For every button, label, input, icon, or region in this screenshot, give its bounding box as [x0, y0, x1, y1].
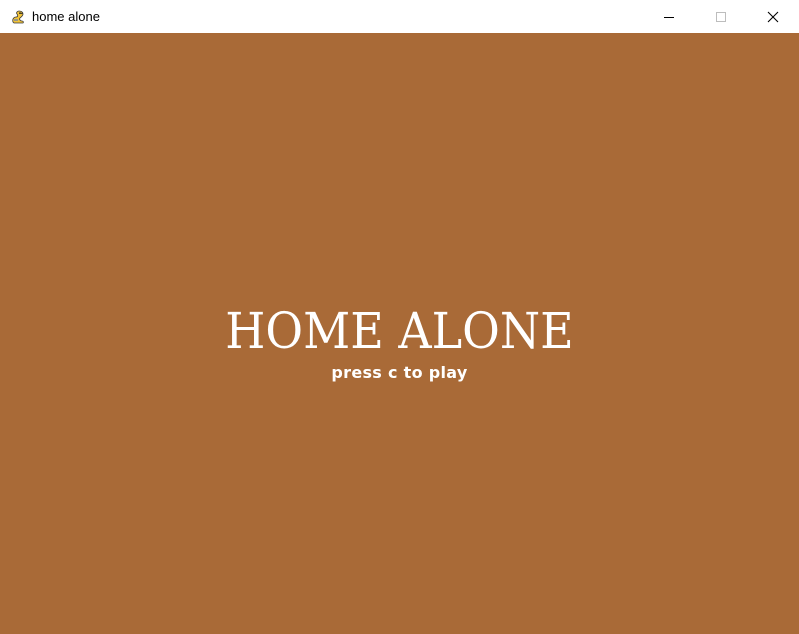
game-title: HOME ALONE — [225, 302, 574, 360]
title-bar[interactable]: home alone — [0, 0, 799, 33]
maximize-button[interactable] — [695, 0, 747, 33]
window-title: home alone — [32, 9, 100, 24]
start-prompt: press c to play — [331, 363, 468, 382]
close-icon — [767, 11, 779, 22]
window-controls — [643, 0, 799, 33]
close-button[interactable] — [747, 0, 799, 33]
pygame-snake-icon — [12, 10, 24, 23]
minimize-button[interactable] — [643, 0, 695, 33]
app-window: home alone HOME ALONE press c to play — [0, 0, 799, 634]
minimize-icon — [664, 16, 674, 18]
maximize-icon — [716, 11, 726, 22]
game-surface[interactable]: HOME ALONE press c to play — [0, 33, 799, 634]
